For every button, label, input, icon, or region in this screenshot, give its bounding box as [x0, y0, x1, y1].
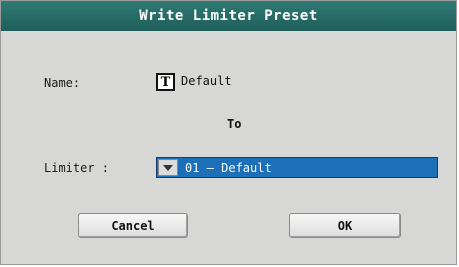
text-edit-icon[interactable]: T: [156, 73, 175, 91]
write-limiter-preset-dialog: Write Limiter Preset Name: T Default To …: [0, 0, 457, 265]
limiter-label: Limiter :: [44, 161, 110, 175]
dialog-title: Write Limiter Preset: [1, 1, 456, 31]
preset-name-value[interactable]: Default: [181, 74, 232, 88]
ok-button[interactable]: OK: [289, 213, 401, 238]
limiter-select-value: 01 – Default: [185, 160, 272, 175]
name-label: Name:: [44, 76, 81, 90]
to-label: To: [227, 117, 242, 131]
cancel-button[interactable]: Cancel: [78, 213, 188, 238]
limiter-select[interactable]: 01 – Default: [156, 157, 438, 178]
chevron-down-icon[interactable]: [158, 159, 178, 176]
